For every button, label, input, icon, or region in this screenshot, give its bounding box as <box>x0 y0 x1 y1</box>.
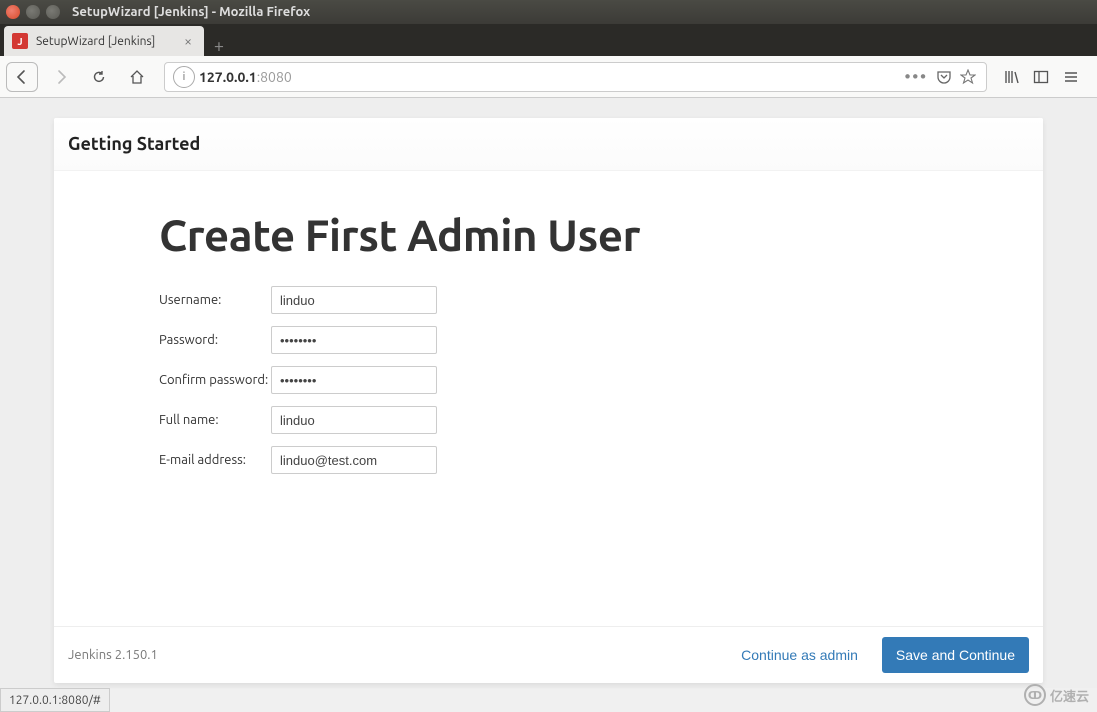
wizard-header: Getting Started <box>54 118 1043 171</box>
browser-toolbar: i 127.0.0.1:8080 ••• <box>0 56 1097 98</box>
reload-button[interactable] <box>84 62 114 92</box>
window-maximize-button[interactable] <box>46 5 60 19</box>
jenkins-favicon-icon: J <box>12 33 28 49</box>
confirm-password-input[interactable] <box>271 366 437 394</box>
new-tab-button[interactable]: + <box>204 36 234 56</box>
wizard-footer: Jenkins 2.150.1 Continue as admin Save a… <box>54 626 1043 683</box>
watermark: ↀ 亿速云 <box>1024 684 1089 706</box>
arrow-right-icon <box>53 69 69 85</box>
status-text: 127.0.0.1:8080/# <box>9 694 101 707</box>
window-title: SetupWizard [Jenkins] - Mozilla Firefox <box>72 5 310 19</box>
username-input[interactable] <box>271 286 437 314</box>
watermark-icon: ↀ <box>1024 684 1046 706</box>
tab-bar: J SetupWizard [Jenkins] × + <box>0 24 1097 56</box>
confirm-password-label: Confirm password: <box>159 373 271 387</box>
url-bar[interactable]: i 127.0.0.1:8080 ••• <box>164 62 987 92</box>
forward-button[interactable] <box>46 62 76 92</box>
email-input[interactable] <box>271 446 437 474</box>
browser-tab[interactable]: J SetupWizard [Jenkins] × <box>4 26 204 56</box>
home-button[interactable] <box>122 62 152 92</box>
status-bar: 127.0.0.1:8080/# <box>0 688 110 712</box>
arrow-left-icon <box>14 69 30 85</box>
page-content: Getting Started Create First Admin User … <box>0 98 1097 688</box>
jenkins-version: Jenkins 2.150.1 <box>68 648 727 662</box>
menu-icon[interactable] <box>1063 69 1083 85</box>
back-button[interactable] <box>6 62 38 92</box>
continue-as-admin-button[interactable]: Continue as admin <box>727 639 872 671</box>
watermark-text: 亿速云 <box>1050 686 1089 705</box>
wizard-body: Create First Admin User Username: Passwo… <box>54 171 1043 626</box>
username-label: Username: <box>159 293 271 307</box>
wizard-title: Create First Admin User <box>159 211 1043 260</box>
form-row-fullname: Full name: <box>159 406 1043 434</box>
form-row-username: Username: <box>159 286 1043 314</box>
site-info-icon[interactable]: i <box>173 66 195 88</box>
form-row-confirm: Confirm password: <box>159 366 1043 394</box>
form-row-email: E-mail address: <box>159 446 1043 474</box>
form-row-password: Password: <box>159 326 1043 354</box>
os-titlebar: SetupWizard [Jenkins] - Mozilla Firefox <box>0 0 1097 24</box>
bookmark-star-icon[interactable] <box>960 69 976 85</box>
password-input[interactable] <box>271 326 437 354</box>
tab-title: SetupWizard [Jenkins] <box>36 35 172 48</box>
pocket-icon[interactable] <box>936 69 952 85</box>
page-actions-icon[interactable]: ••• <box>905 68 928 86</box>
window-close-button[interactable] <box>6 5 20 19</box>
email-label: E-mail address: <box>159 453 271 467</box>
fullname-input[interactable] <box>271 406 437 434</box>
save-and-continue-button[interactable]: Save and Continue <box>882 637 1029 673</box>
home-icon <box>129 69 145 85</box>
tab-close-icon[interactable]: × <box>180 33 196 49</box>
reload-icon <box>91 69 107 85</box>
password-label: Password: <box>159 333 271 347</box>
window-minimize-button[interactable] <box>26 5 40 19</box>
library-icon[interactable] <box>1003 69 1023 85</box>
sidebar-icon[interactable] <box>1033 69 1053 85</box>
fullname-label: Full name: <box>159 413 271 427</box>
url-text: 127.0.0.1:8080 <box>199 69 899 85</box>
setup-wizard: Getting Started Create First Admin User … <box>54 118 1043 683</box>
